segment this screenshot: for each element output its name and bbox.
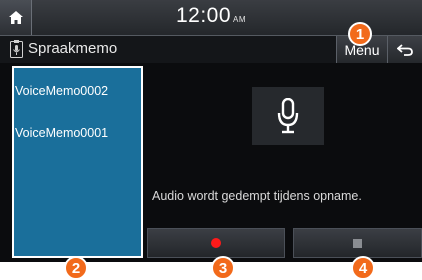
list-item[interactable]: VoiceMemo0001: [14, 121, 146, 145]
clock-ampm: AM: [233, 15, 247, 24]
stop-button[interactable]: [293, 228, 422, 258]
clock-time: 12:00: [175, 4, 232, 27]
voice-memo-icon: [10, 40, 23, 58]
list-item[interactable]: VoiceMemo0002: [14, 79, 146, 103]
microphone-tile: [252, 87, 324, 145]
callout-badge-1: 1: [348, 22, 372, 46]
back-button[interactable]: [388, 36, 422, 63]
callout-badge-3: 3: [211, 256, 235, 280]
stop-icon: [353, 238, 362, 248]
record-button[interactable]: [147, 228, 285, 258]
microphone-icon: [277, 98, 299, 134]
page-title: Spraakmemo: [28, 40, 118, 57]
callout-badge-4: 4: [351, 256, 375, 280]
record-icon: [211, 238, 221, 248]
callout-badge-2: 2: [64, 256, 88, 280]
back-arrow-icon: [397, 43, 413, 56]
recording-status-text: Audio wordt gedempt tijdens opname.: [152, 189, 362, 203]
memo-list: VoiceMemo0002 VoiceMemo0001: [12, 66, 143, 258]
